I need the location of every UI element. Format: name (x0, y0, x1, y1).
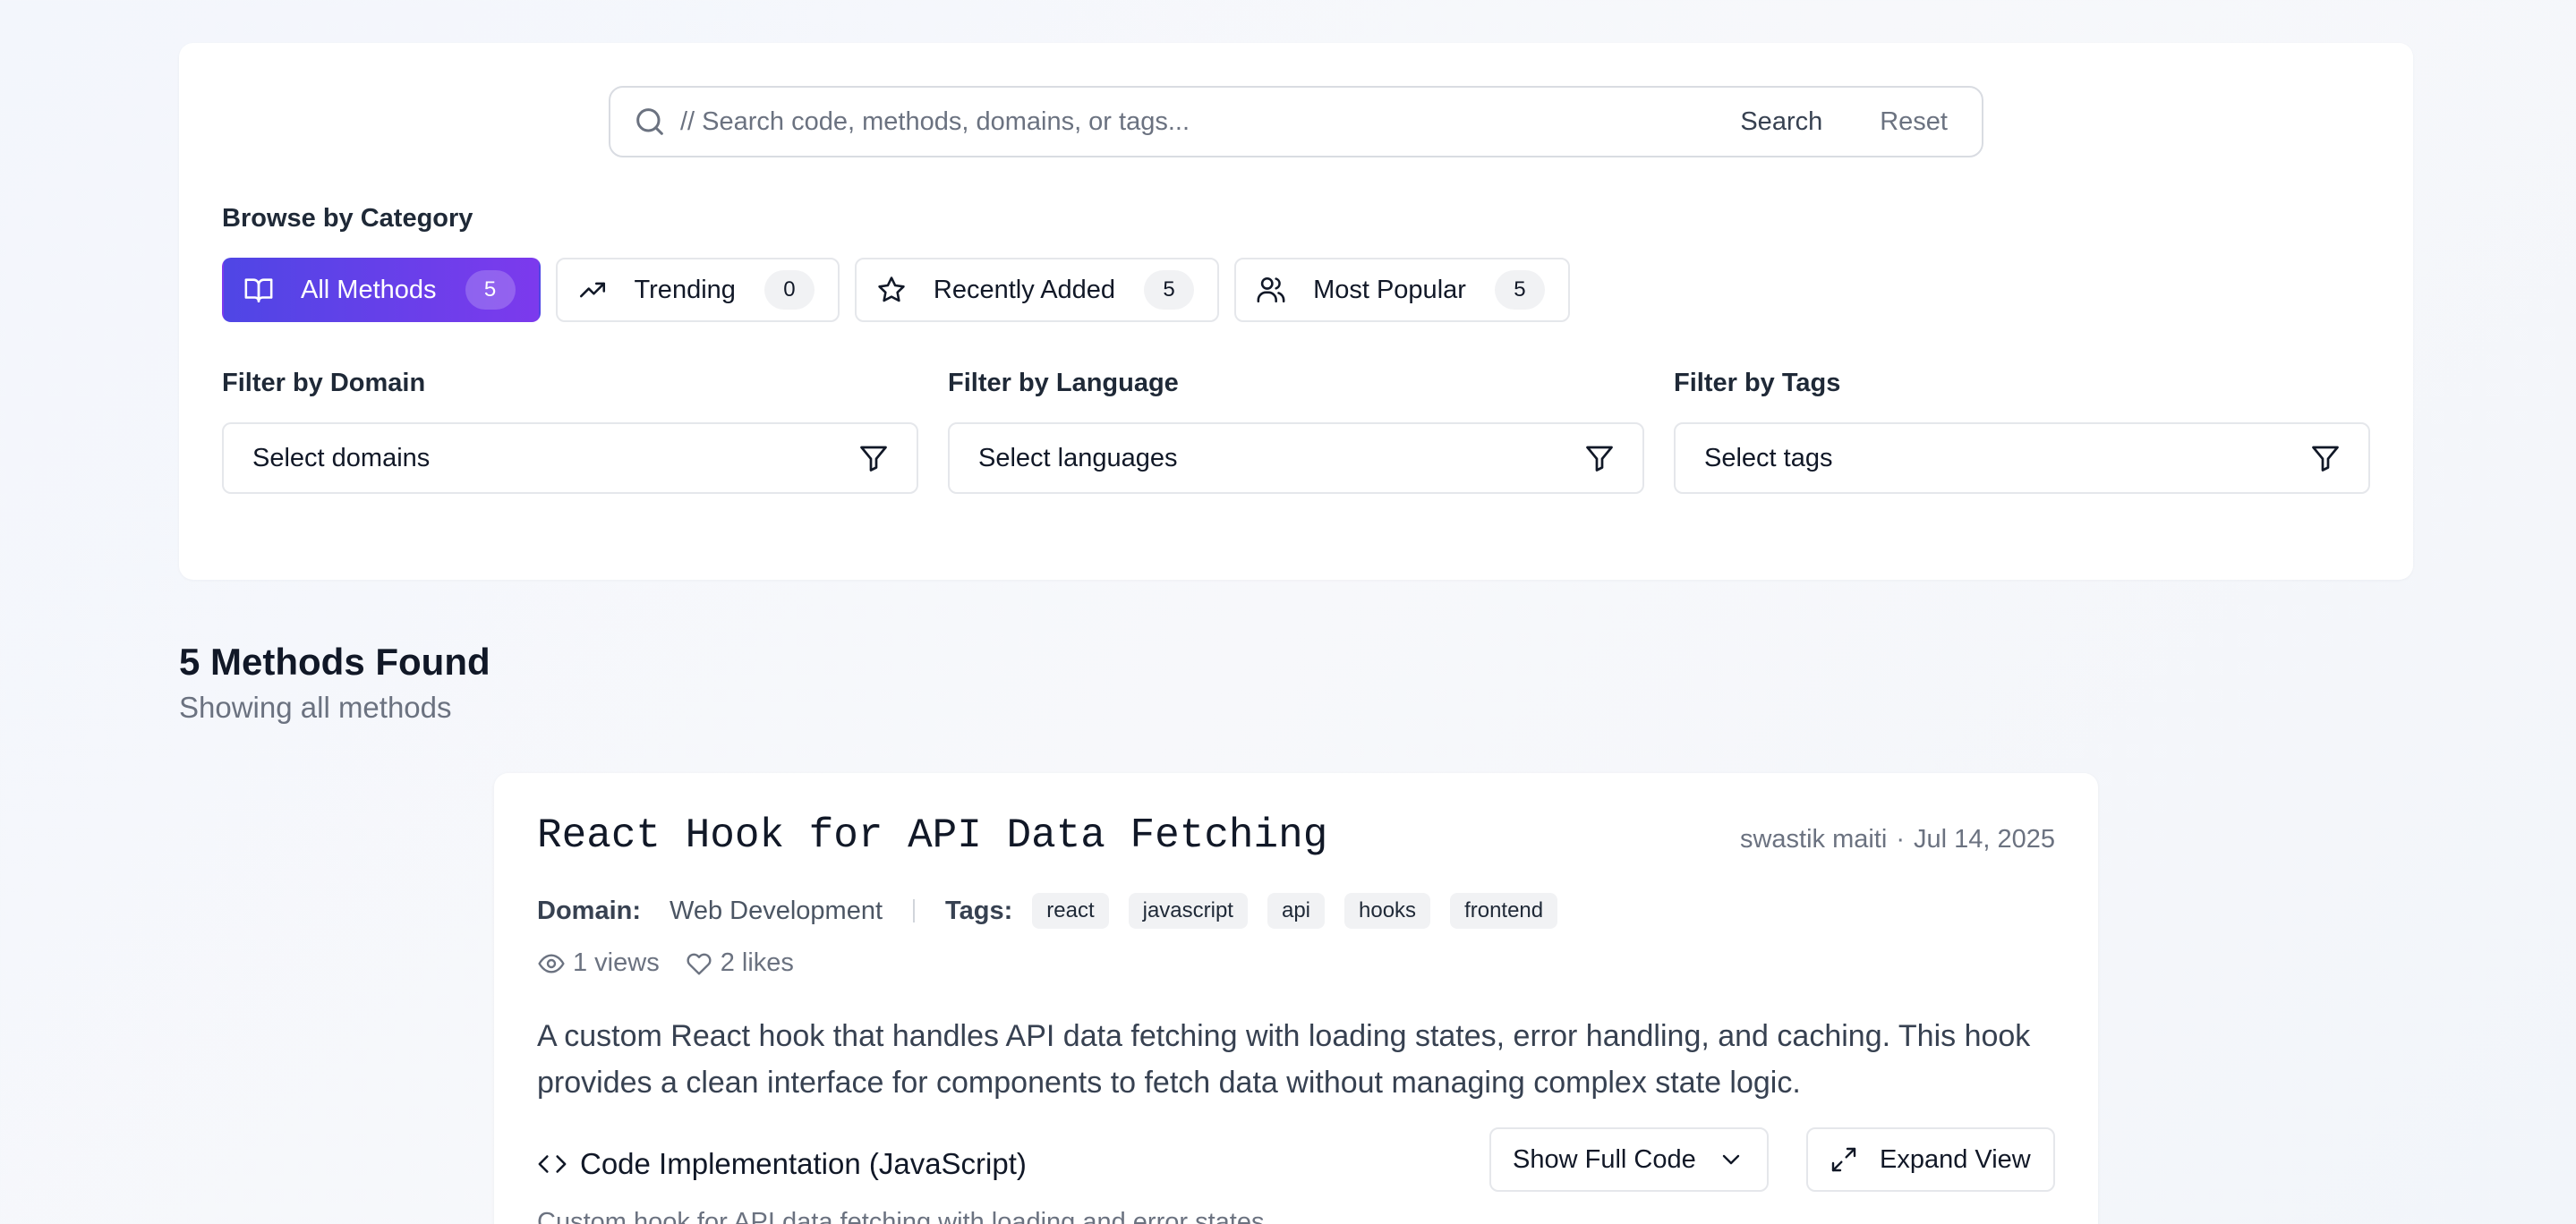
category-label: Recently Added (933, 275, 1116, 304)
author-name: swastik maiti (1739, 825, 1888, 854)
code-heading-text: Code Implementation (JavaScript) (580, 1147, 1027, 1180)
expand-view-button[interactable]: Expand View (1806, 1127, 2055, 1192)
search-input[interactable] (680, 95, 1714, 149)
tags-select[interactable]: Select tags (1674, 422, 2370, 494)
category-count-badge: 5 (1144, 270, 1195, 310)
filter-panel: Search Reset Browse by Category All Meth… (179, 43, 2413, 580)
tag-chip[interactable]: hooks (1344, 893, 1431, 929)
meta-separator: · (1896, 825, 1905, 854)
browse-heading: Browse by Category (222, 204, 473, 233)
book-open-icon (243, 275, 274, 305)
category-count-badge: 0 (763, 270, 815, 310)
show-full-code-button[interactable]: Show Full Code (1489, 1127, 1769, 1192)
views-stat: 1 views (537, 948, 660, 978)
category-tabs: All Methods 5 Trending 0 Recently Added … (222, 258, 1570, 322)
category-label: Trending (634, 275, 736, 304)
filter-language-label: Filter by Language (948, 369, 1179, 397)
code-caption: Custom hook for API data fetching with l… (537, 1208, 1265, 1224)
filter-icon (2309, 442, 2341, 474)
language-select-value: Select languages (978, 443, 1178, 472)
code-icon (537, 1149, 567, 1179)
category-label: Most Popular (1313, 275, 1466, 304)
tags-select-value: Select tags (1704, 443, 1833, 472)
results-title: 5 Methods Found (179, 641, 490, 683)
filter-domain-label: Filter by Domain (222, 369, 426, 397)
category-most-popular[interactable]: Most Popular 5 (1234, 258, 1570, 322)
category-trending[interactable]: Trending 0 (555, 258, 840, 322)
divider (913, 899, 916, 922)
stats-row: 1 views 2 likes (537, 948, 819, 978)
heart-icon (685, 949, 713, 978)
category-all-methods[interactable]: All Methods 5 (222, 258, 541, 322)
search-bar: Search Reset (609, 86, 1983, 157)
method-card[interactable]: React Hook for API Data Fetching swastik… (494, 773, 2098, 1224)
eye-icon (537, 949, 566, 978)
show-full-code-label: Show Full Code (1513, 1144, 1696, 1174)
language-select[interactable]: Select languages (948, 422, 1644, 494)
domain-label: Domain: (537, 896, 641, 925)
chevron-down-icon (1717, 1145, 1745, 1174)
tag-chip[interactable]: javascript (1128, 893, 1248, 929)
tag-chip[interactable]: api (1267, 893, 1326, 929)
category-count-badge: 5 (465, 270, 516, 310)
code-heading: Code Implementation (JavaScript) (537, 1147, 1027, 1181)
domain-tags-row: Domain: Web Development Tags: react java… (537, 893, 1558, 929)
search-icon (632, 104, 668, 140)
reset-button[interactable]: Reset (1849, 107, 1982, 137)
method-meta: swastik maiti · Jul 14, 2025 (1740, 825, 2055, 854)
publish-date: Jul 14, 2025 (1913, 825, 2055, 854)
views-count: 1 views (573, 948, 660, 977)
filter-tags-label: Filter by Tags (1674, 369, 1841, 397)
results-subtitle: Showing all methods (179, 691, 452, 724)
trending-up-icon (577, 275, 608, 305)
category-count-badge: 5 (1494, 270, 1545, 310)
method-description: A custom React hook that handles API dat… (537, 1019, 2031, 1100)
domain-select[interactable]: Select domains (222, 422, 918, 494)
star-icon (876, 275, 907, 305)
method-title: React Hook for API Data Fetching (537, 812, 1328, 859)
category-recently-added[interactable]: Recently Added 5 (854, 258, 1220, 322)
tags-label: Tags: (945, 896, 1013, 925)
domain-value: Web Development (670, 896, 883, 925)
expand-view-label: Expand View (1880, 1144, 2031, 1174)
likes-stat[interactable]: 2 likes (685, 948, 794, 978)
filter-icon (857, 442, 890, 474)
likes-count: 2 likes (720, 948, 794, 977)
filter-icon (1583, 442, 1616, 474)
category-label: All Methods (301, 275, 437, 304)
domain-select-value: Select domains (252, 443, 431, 472)
search-button[interactable]: Search (1713, 107, 1849, 137)
expand-icon (1830, 1145, 1858, 1174)
users-icon (1256, 275, 1286, 305)
tag-chip[interactable]: react (1032, 893, 1109, 929)
tag-chip[interactable]: frontend (1450, 893, 1558, 929)
